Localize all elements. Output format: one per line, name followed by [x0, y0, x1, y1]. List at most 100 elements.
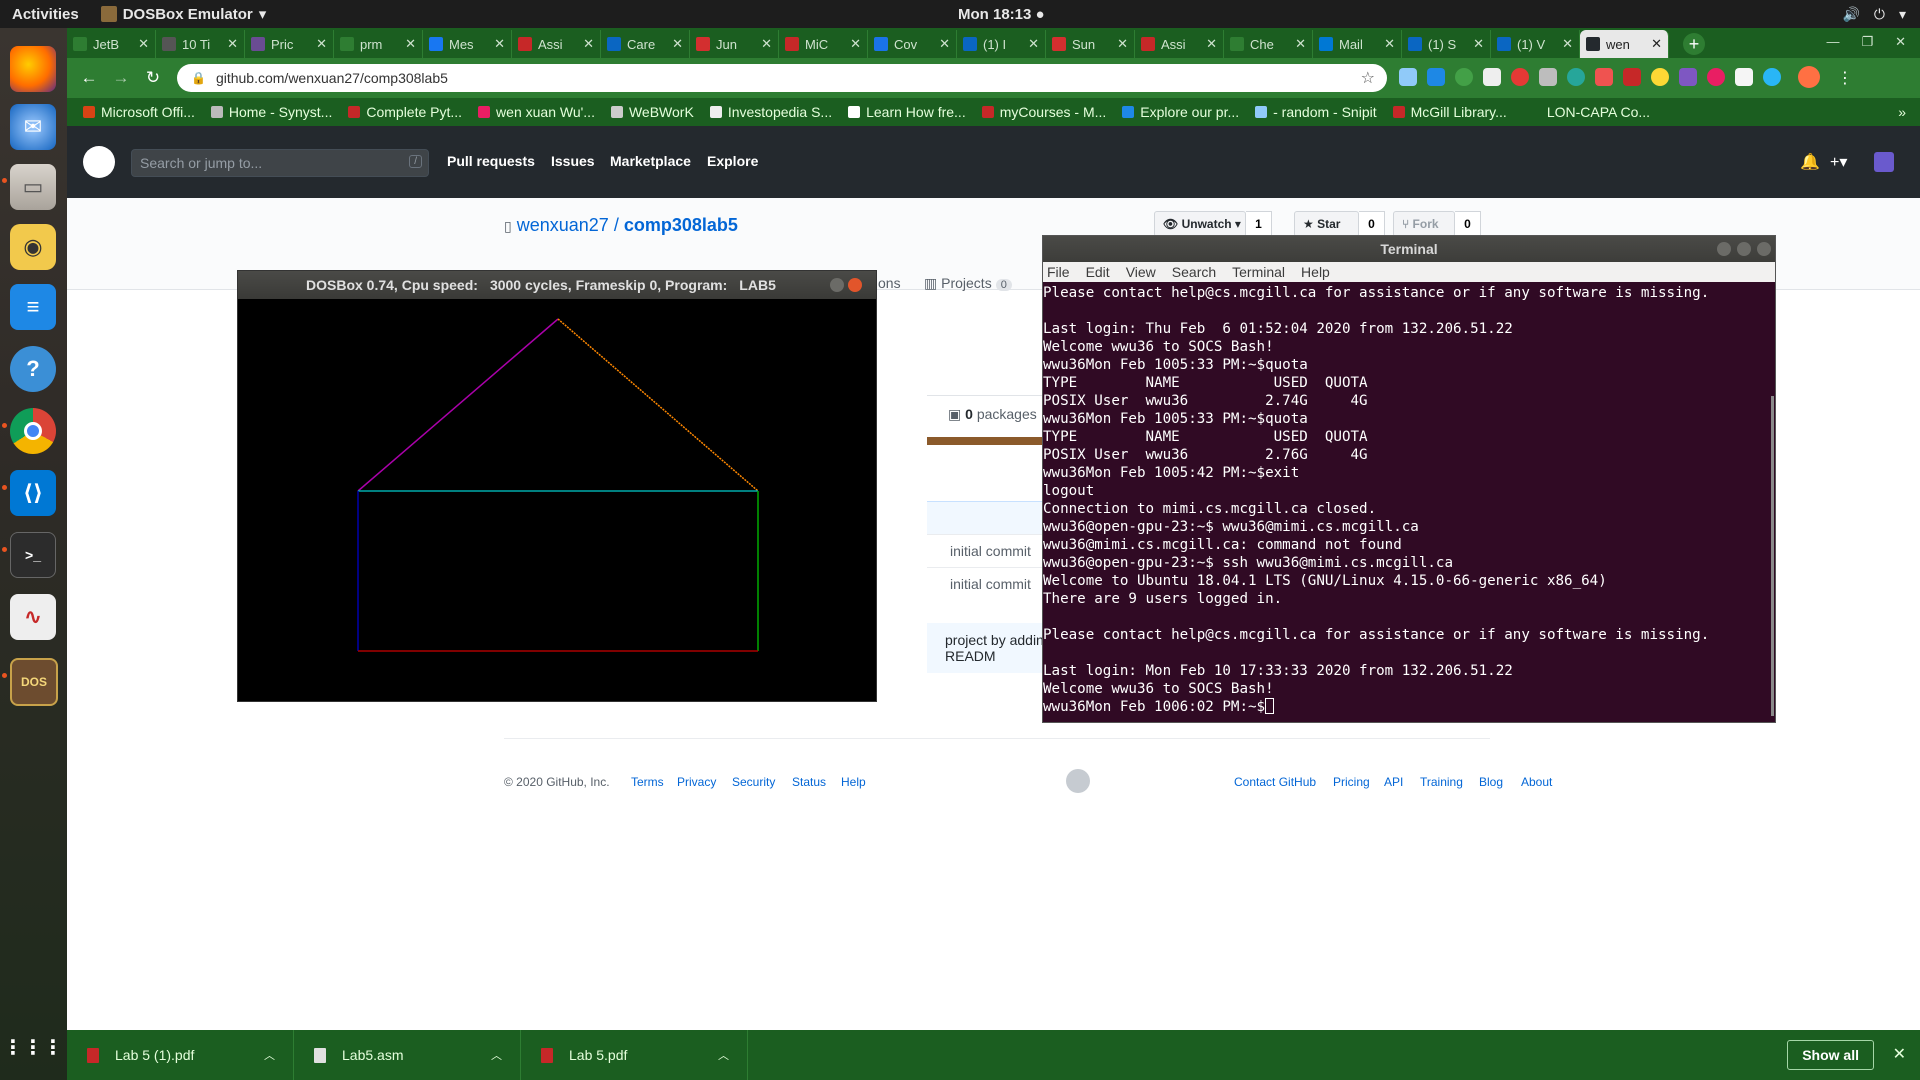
- browser-tab[interactable]: JetB ✕: [67, 30, 156, 58]
- extension-icon[interactable]: [1483, 68, 1501, 86]
- chevron-up-icon[interactable]: ︿: [718, 1047, 729, 1063]
- show-all-button[interactable]: Show all: [1787, 1040, 1874, 1070]
- tab-close-icon[interactable]: ✕: [939, 36, 950, 52]
- minimize-icon[interactable]: —: [1826, 34, 1839, 50]
- tab-actions-fragment[interactable]: ons: [878, 275, 901, 291]
- browser-tab[interactable]: Assi ✕: [1135, 30, 1224, 58]
- fork-count[interactable]: 0: [1455, 211, 1481, 237]
- tab-close-icon[interactable]: ✕: [1562, 36, 1573, 52]
- plus-icon[interactable]: +▾: [1830, 152, 1847, 172]
- tab-close-icon[interactable]: ✕: [1473, 36, 1484, 52]
- footer-link-api[interactable]: API: [1384, 775, 1403, 789]
- new-tab-button[interactable]: +: [1683, 33, 1705, 55]
- bookmark-item[interactable]: Complete Pyt...: [348, 104, 462, 120]
- nav-pull-requests[interactable]: Pull requests: [447, 153, 535, 169]
- help-icon[interactable]: ?: [10, 346, 56, 392]
- extension-icon[interactable]: [1763, 68, 1781, 86]
- tab-projects[interactable]: ▥ Projects 0: [924, 275, 1012, 292]
- bookmark-star-icon[interactable]: ☆: [1361, 68, 1375, 88]
- footer-link-about[interactable]: About: [1521, 775, 1552, 789]
- tab-close-icon[interactable]: ✕: [1651, 36, 1662, 52]
- menu-view[interactable]: View: [1126, 262, 1156, 282]
- tab-close-icon[interactable]: ✕: [316, 36, 327, 52]
- minimize-icon[interactable]: [1717, 242, 1731, 256]
- footer-link-blog[interactable]: Blog: [1479, 775, 1503, 789]
- address-bar[interactable]: 🔒 github.com/wenxuan27/comp308lab5 ☆: [177, 64, 1387, 92]
- show-apps-icon[interactable]: ⋮⋮⋮: [3, 1024, 63, 1070]
- repo-owner-link[interactable]: wenxuan27: [517, 215, 609, 235]
- menu-search[interactable]: Search: [1172, 262, 1216, 282]
- github-mark-icon[interactable]: [1066, 769, 1090, 793]
- extension-icon[interactable]: [1623, 68, 1641, 86]
- tab-close-icon[interactable]: ✕: [494, 36, 505, 52]
- menu-icon[interactable]: ⋮: [1837, 68, 1853, 88]
- bookmark-item[interactable]: Investopedia S...: [709, 104, 832, 120]
- tab-close-icon[interactable]: ✕: [583, 36, 594, 52]
- avatar[interactable]: [1798, 66, 1820, 88]
- libreoffice-writer-icon[interactable]: ≡: [10, 284, 56, 330]
- dosbox-icon[interactable]: DOS: [10, 658, 58, 706]
- footer-link-terms[interactable]: Terms: [631, 775, 664, 789]
- browser-tab[interactable]: Care ✕: [601, 30, 690, 58]
- firefox-icon[interactable]: [10, 46, 56, 92]
- download-item[interactable]: Lab 5 (1).pdf ︿: [67, 1030, 294, 1080]
- terminal-icon[interactable]: >_: [10, 532, 56, 578]
- browser-tab[interactable]: Sun ✕: [1046, 30, 1135, 58]
- bookmark-item[interactable]: LON-CAPA Co...: [1547, 104, 1650, 120]
- repo-name-link[interactable]: comp308lab5: [624, 215, 738, 235]
- close-icon[interactable]: [1757, 242, 1771, 256]
- reload-icon[interactable]: ↻: [137, 68, 169, 88]
- browser-tab[interactable]: prm ✕: [334, 30, 423, 58]
- close-icon[interactable]: ✕: [1893, 1044, 1906, 1064]
- bookmark-item[interactable]: Microsoft Offi...: [83, 104, 195, 120]
- tab-close-icon[interactable]: ✕: [1295, 36, 1306, 52]
- extension-icon[interactable]: [1735, 68, 1753, 86]
- fork-button[interactable]: ⑂ Fork: [1393, 211, 1455, 237]
- star-button[interactable]: ★ Star: [1294, 211, 1359, 237]
- restore-icon[interactable]: ❐: [1861, 34, 1873, 50]
- download-item[interactable]: Lab5.asm ︿: [294, 1030, 521, 1080]
- terminal-output[interactable]: Please contact help@cs.mcgill.ca for ass…: [1043, 282, 1775, 720]
- extension-icon[interactable]: [1539, 68, 1557, 86]
- extension-icon[interactable]: [1679, 68, 1697, 86]
- thunderbird-icon[interactable]: ✉: [10, 104, 56, 150]
- files-icon[interactable]: ▭: [10, 164, 56, 210]
- terminal-titlebar[interactable]: Terminal: [1043, 236, 1775, 262]
- evince-icon[interactable]: ∿: [10, 594, 56, 640]
- github-search-input[interactable]: Search or jump to... /: [131, 149, 429, 177]
- tab-close-icon[interactable]: ✕: [672, 36, 683, 52]
- activities-button[interactable]: Activities: [12, 6, 79, 23]
- browser-tab[interactable]: (1) I ✕: [957, 30, 1046, 58]
- bookmark-item[interactable]: myCourses - M...: [981, 104, 1106, 120]
- clock[interactable]: Mon 18:13 ●: [958, 6, 1045, 23]
- extension-icon[interactable]: [1427, 68, 1445, 86]
- bookmark-item[interactable]: McGill Library...: [1392, 104, 1507, 120]
- bookmark-item[interactable]: WeBWorK: [610, 104, 694, 120]
- nav-explore[interactable]: Explore: [707, 153, 758, 169]
- tab-close-icon[interactable]: ✕: [405, 36, 416, 52]
- packages-link[interactable]: ▣ 0 packages: [948, 406, 1037, 423]
- extension-icon[interactable]: [1567, 68, 1585, 86]
- star-count[interactable]: 0: [1359, 211, 1385, 237]
- footer-link-pricing[interactable]: Pricing: [1333, 775, 1370, 789]
- browser-tab[interactable]: Che ✕: [1224, 30, 1313, 58]
- menu-edit[interactable]: Edit: [1086, 262, 1110, 282]
- footer-link-security[interactable]: Security: [732, 775, 775, 789]
- tab-close-icon[interactable]: ✕: [1206, 36, 1217, 52]
- chrome-icon[interactable]: [10, 408, 56, 454]
- bookmark-item[interactable]: wen xuan Wu'...: [478, 104, 595, 120]
- menu-terminal[interactable]: Terminal: [1232, 262, 1285, 282]
- commit-message[interactable]: initial commit: [950, 576, 1031, 592]
- extension-icon[interactable]: [1707, 68, 1725, 86]
- avatar[interactable]: [1874, 152, 1894, 172]
- bookmark-item[interactable]: Explore our pr...: [1122, 104, 1239, 120]
- bookmarks-overflow-icon[interactable]: »: [1898, 104, 1906, 120]
- nav-issues[interactable]: Issues: [551, 153, 595, 169]
- browser-tab[interactable]: (1) V ✕: [1491, 30, 1580, 58]
- tab-close-icon[interactable]: ✕: [1384, 36, 1395, 52]
- watch-count[interactable]: 1: [1246, 211, 1272, 237]
- tab-close-icon[interactable]: ✕: [850, 36, 861, 52]
- chevron-up-icon[interactable]: ︿: [491, 1047, 502, 1063]
- close-icon[interactable]: ✕: [1895, 34, 1906, 50]
- extension-icon[interactable]: [1399, 68, 1417, 86]
